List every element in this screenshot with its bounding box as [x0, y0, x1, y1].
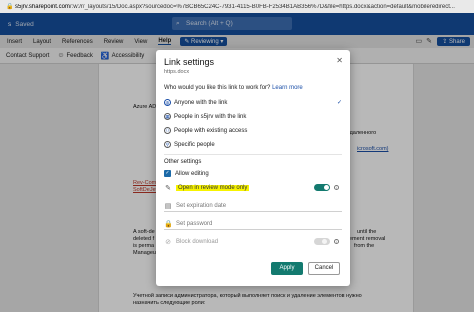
option-label: Anyone with the link [174, 99, 228, 106]
option-people-in-org[interactable]: ▦ People in s5jrv with the link [164, 111, 344, 122]
expiration-placeholder: Set expiration date [176, 203, 227, 209]
pencil-icon: ✎ [165, 184, 171, 192]
calendar-icon: ▤ [164, 203, 172, 210]
link-settings-dialog: Link settings ✕ https.docx Who would you… [156, 50, 350, 286]
info-icon[interactable]: i [334, 239, 339, 244]
lock-icon: 🔒 [6, 3, 14, 10]
password-placeholder: Set password [176, 221, 213, 227]
other-settings-heading: Other settings [164, 159, 202, 165]
review-mode-label: Open in review mode only [176, 184, 250, 191]
info-icon[interactable]: i [334, 185, 339, 190]
globe-icon: ◍ [164, 99, 171, 106]
option-specific-people[interactable]: ⚲ Specific people [164, 139, 344, 150]
option-existing-access[interactable]: ⚇ People with existing access [164, 125, 344, 136]
lock-icon: 🔒 [164, 221, 173, 228]
block-download-toggle[interactable] [314, 238, 330, 245]
close-icon[interactable]: ✕ [336, 56, 343, 65]
toggle-knob [322, 239, 327, 244]
expiration-date-field[interactable]: ▤ Set expiration date [164, 201, 342, 212]
block-download-label: Block download [176, 238, 219, 245]
dialog-file-name: https.docx [164, 69, 190, 75]
checkbox-checked-icon: ✓ [164, 170, 171, 177]
toggle-knob [324, 185, 329, 190]
learn-more-link[interactable]: Learn more [272, 85, 303, 91]
browser-address-bar[interactable]: 🔒 s5jrv.sharepoint.com/:w:/r/_layouts/15… [0, 0, 474, 13]
review-mode-toggle[interactable] [314, 184, 330, 191]
option-label: People in s5jrv with the link [174, 113, 247, 120]
option-label: Specific people [174, 141, 215, 148]
dialog-title: Link settings [164, 57, 215, 67]
option-label: People with existing access [174, 127, 248, 134]
checkmark-icon: ✓ [336, 100, 342, 106]
password-field[interactable]: 🔒 Set password [164, 219, 342, 230]
people-icon: ⚇ [164, 127, 171, 134]
apply-button[interactable]: Apply [271, 262, 303, 275]
divider [164, 154, 342, 155]
option-anyone[interactable]: ◍ Anyone with the link ✓ [164, 97, 344, 108]
access-question: Who would you like this link to work for… [164, 85, 303, 91]
access-question-text: Who would you like this link to work for… [164, 85, 271, 91]
allow-editing-checkbox[interactable]: ✓ Allow editing [164, 170, 209, 177]
url-text[interactable]: s5jrv.sharepoint.com/:w:/r/_layouts/15/D… [15, 4, 474, 10]
building-icon: ▦ [164, 113, 171, 120]
cancel-button[interactable]: Cancel [308, 262, 340, 275]
review-mode-row: ✎ Open in review mode only i [164, 182, 344, 193]
allow-editing-label: Allow editing [175, 170, 209, 177]
block-download-row: ⊘ Block download i [164, 236, 344, 247]
block-icon: ⊘ [165, 238, 171, 246]
person-icon: ⚲ [164, 141, 171, 148]
